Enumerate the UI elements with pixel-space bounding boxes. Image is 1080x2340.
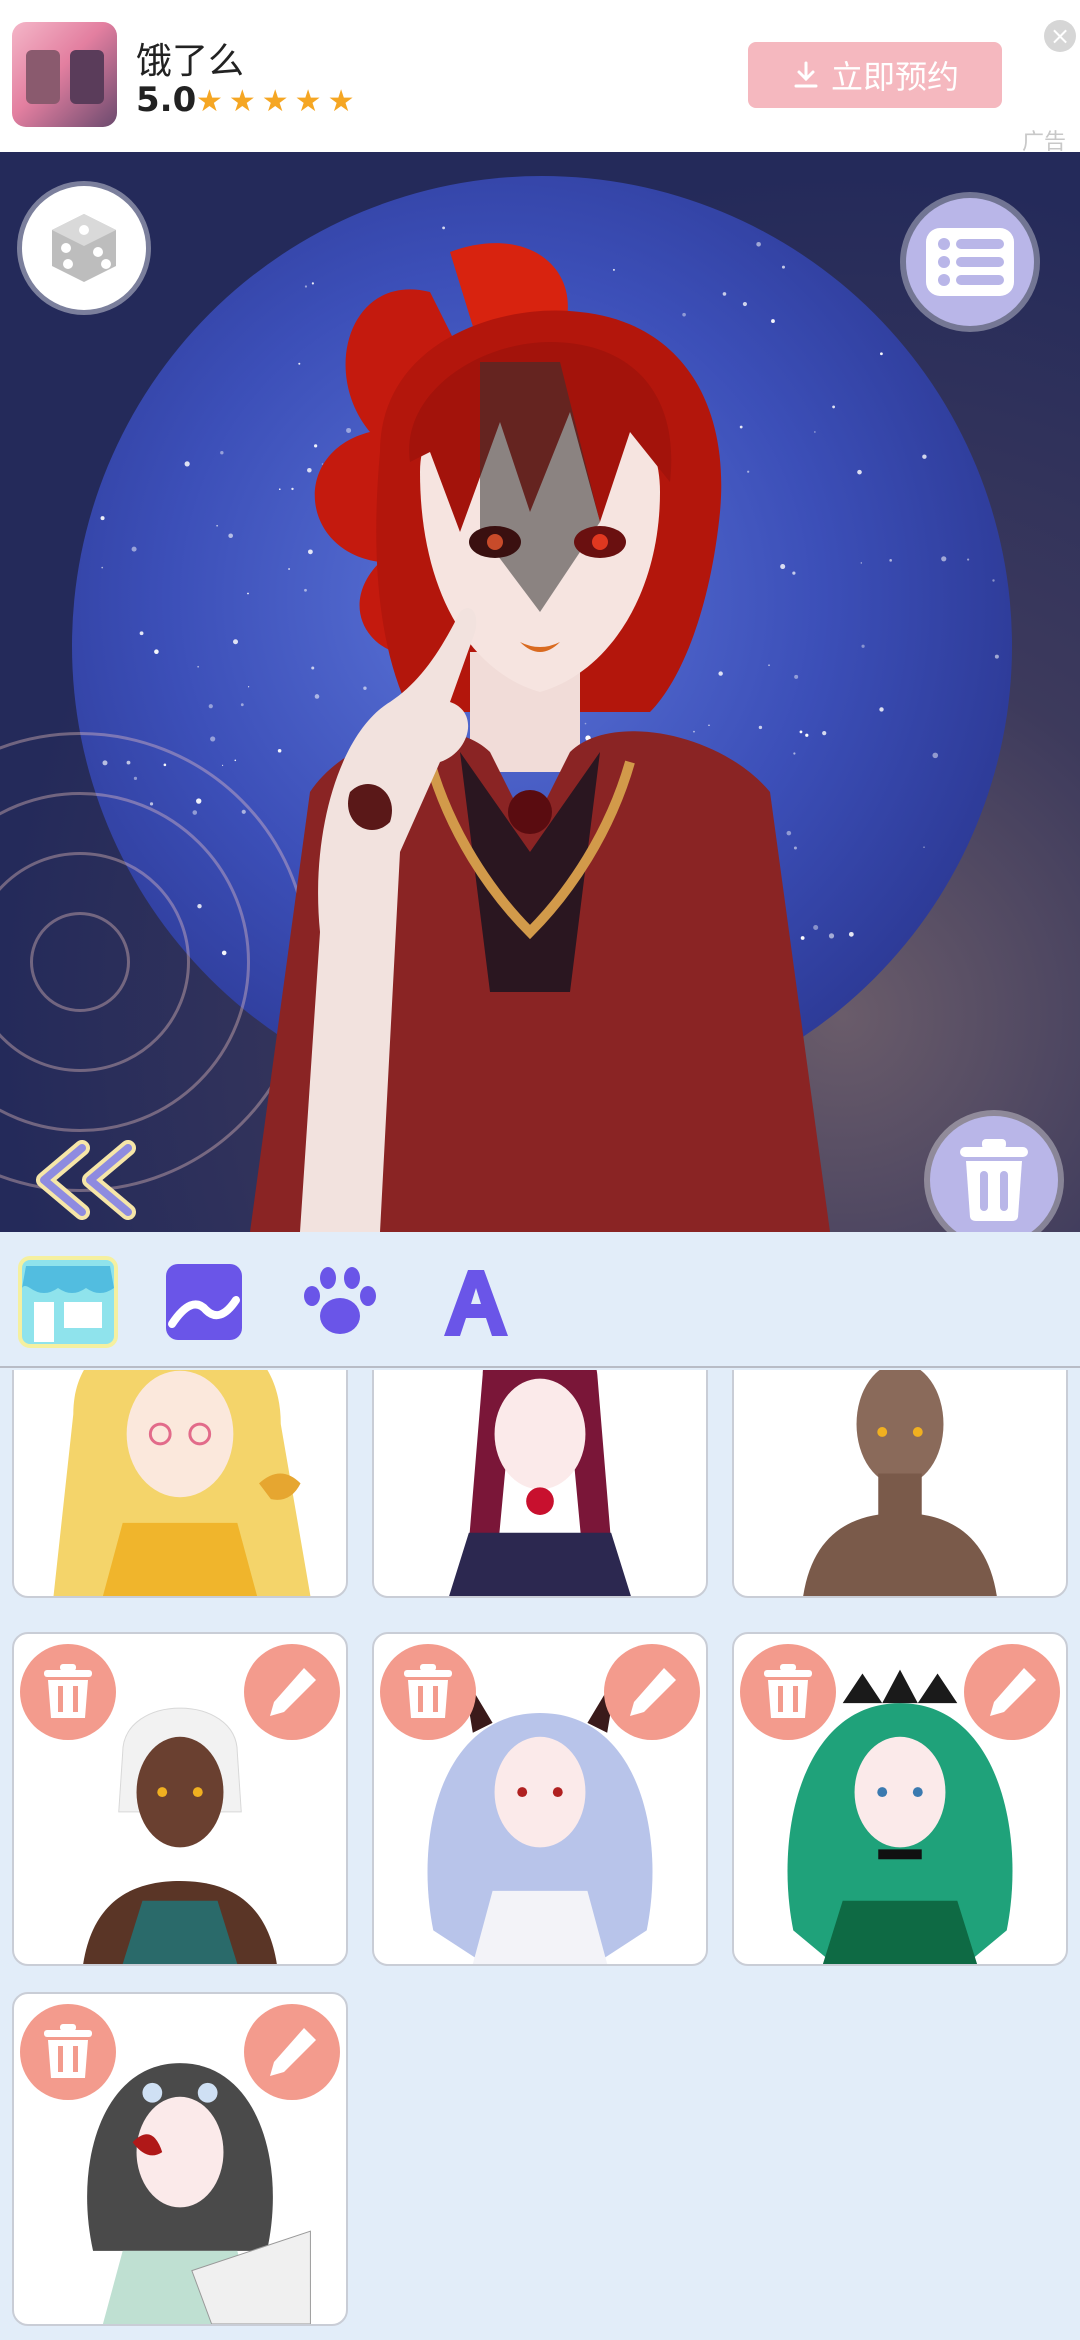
delete-character-button[interactable] bbox=[380, 1644, 476, 1740]
star bbox=[197, 665, 200, 668]
star bbox=[861, 644, 865, 648]
character-thumbnail bbox=[803, 1370, 997, 1596]
ad-stars: ★★★★★ bbox=[196, 84, 361, 119]
star bbox=[923, 846, 925, 849]
star bbox=[932, 752, 939, 759]
star bbox=[139, 631, 144, 636]
star bbox=[100, 516, 105, 521]
star bbox=[889, 559, 892, 562]
saved-character-card[interactable] bbox=[372, 1632, 708, 1966]
pencil-icon bbox=[270, 2028, 316, 2076]
star bbox=[860, 562, 863, 564]
character-thumbnail bbox=[449, 1370, 631, 1596]
star bbox=[994, 654, 999, 659]
saved-character-card[interactable] bbox=[12, 1370, 348, 1598]
pencil-icon bbox=[270, 1668, 316, 1716]
star bbox=[208, 704, 213, 709]
delete-character-button[interactable] bbox=[740, 1644, 836, 1740]
character-preview bbox=[0, 152, 1080, 1232]
tab-pets[interactable] bbox=[288, 1252, 392, 1352]
star bbox=[857, 469, 862, 475]
saved-character-card[interactable] bbox=[12, 1992, 348, 2326]
edit-character-button[interactable] bbox=[244, 2004, 340, 2100]
saved-character-card[interactable] bbox=[732, 1370, 1068, 1598]
picture-icon bbox=[166, 1264, 242, 1340]
star bbox=[216, 524, 219, 527]
character-avatar bbox=[250, 243, 830, 1232]
star bbox=[221, 764, 224, 766]
saved-character-card[interactable] bbox=[372, 1370, 708, 1598]
paw-icon bbox=[304, 1267, 376, 1334]
star bbox=[941, 556, 947, 562]
tab-shop[interactable] bbox=[16, 1252, 120, 1352]
star bbox=[210, 736, 216, 742]
saved-character-card[interactable] bbox=[12, 1632, 348, 1966]
edit-character-button[interactable] bbox=[964, 1644, 1060, 1740]
star bbox=[154, 649, 159, 655]
double-chevron-left-icon bbox=[36, 1140, 136, 1220]
ad-reserve-button[interactable]: 立即预约 bbox=[748, 42, 1002, 108]
trash-icon bbox=[44, 1664, 92, 1718]
saved-characters-grid bbox=[0, 1370, 1080, 2340]
decor-ring bbox=[30, 912, 130, 1012]
trash-icon bbox=[960, 1139, 1028, 1221]
ad-rating: 5.0 bbox=[136, 80, 197, 120]
star bbox=[967, 558, 970, 561]
ad-thumbnail[interactable] bbox=[12, 22, 117, 127]
star bbox=[220, 451, 224, 455]
delete-character-button[interactable] bbox=[20, 2004, 116, 2100]
store-icon bbox=[18, 1256, 118, 1348]
dice-icon bbox=[52, 214, 116, 282]
letter-a-icon bbox=[444, 1270, 508, 1336]
trash-icon bbox=[764, 1664, 812, 1718]
menu-list-button[interactable] bbox=[906, 198, 1034, 326]
star bbox=[922, 454, 927, 459]
tab-background[interactable] bbox=[152, 1252, 256, 1352]
list-icon bbox=[926, 228, 1014, 296]
clear-character-button[interactable] bbox=[930, 1116, 1058, 1232]
saved-character-card[interactable] bbox=[732, 1632, 1068, 1966]
ad-banner[interactable]: 饿了么 5.0 ★★★★★ 立即预约 × 广告 bbox=[0, 0, 1080, 155]
delete-character-button[interactable] bbox=[20, 1644, 116, 1740]
trash-icon bbox=[44, 2024, 92, 2078]
star bbox=[184, 461, 190, 467]
ad-reserve-label: 立即预约 bbox=[830, 58, 959, 96]
download-icon bbox=[794, 61, 818, 88]
edit-character-button[interactable] bbox=[604, 1644, 700, 1740]
pencil-icon bbox=[990, 1668, 1036, 1716]
trash-icon bbox=[404, 1664, 452, 1718]
close-icon[interactable]: × bbox=[1044, 20, 1076, 52]
star bbox=[880, 352, 883, 356]
star bbox=[101, 566, 104, 569]
character-thumbnail bbox=[53, 1370, 311, 1596]
category-tab-bar bbox=[0, 1232, 1080, 1368]
randomize-button[interactable] bbox=[22, 186, 146, 310]
star bbox=[992, 579, 995, 582]
pencil-icon bbox=[630, 1668, 676, 1716]
star bbox=[879, 707, 884, 712]
tab-text[interactable] bbox=[424, 1252, 528, 1352]
edit-character-button[interactable] bbox=[244, 1644, 340, 1740]
star bbox=[131, 546, 137, 552]
star bbox=[442, 226, 446, 230]
ad-title: 饿了么 bbox=[136, 41, 245, 82]
collapse-button[interactable] bbox=[32, 1140, 142, 1220]
